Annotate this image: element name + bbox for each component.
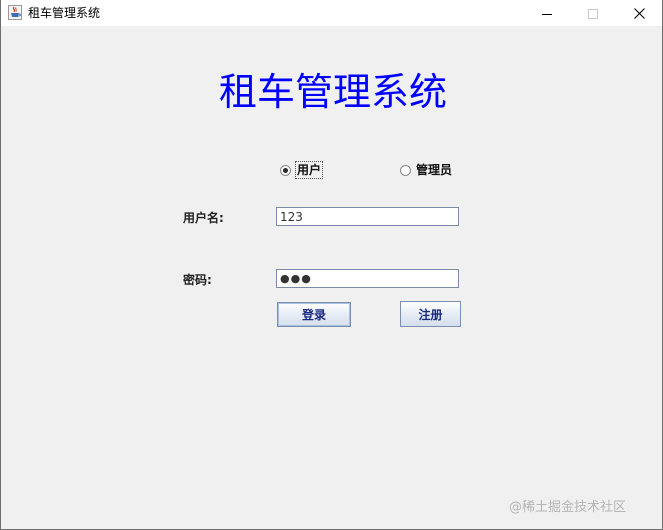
password-input[interactable] [276, 269, 459, 288]
radio-user-label[interactable]: 用户 [294, 161, 324, 179]
minimize-button[interactable] [524, 0, 570, 26]
password-label: 密码: [183, 273, 212, 287]
register-button[interactable]: 注册 [400, 301, 461, 327]
page-title: 租车管理系统 [219, 70, 448, 114]
app-window: 租车管理系统 租车管理系统 用户 管理员 用户名: 123 密码: ●●● 登录… [0, 0, 663, 530]
watermark: @稀土掘金技术社区 [509, 500, 627, 515]
java-coffee-cup-icon [8, 5, 22, 20]
window-title: 租车管理系统 [28, 6, 101, 20]
radio-dot [283, 167, 288, 173]
radio-user[interactable]: 用户 [280, 161, 324, 179]
radio-selected-icon[interactable] [280, 164, 291, 176]
radio-unselected-icon[interactable] [400, 164, 411, 176]
minimize-icon [542, 4, 552, 23]
username-input[interactable] [276, 207, 459, 226]
close-button[interactable] [616, 0, 662, 26]
username-label: 用户名: [183, 211, 224, 225]
title-bar[interactable]: 租车管理系统 [1, 0, 662, 26]
close-icon [633, 4, 645, 23]
login-button[interactable]: 登录 [277, 302, 351, 327]
maximize-icon [588, 4, 598, 23]
radio-admin-label[interactable]: 管理员 [416, 162, 452, 178]
radio-admin[interactable]: 管理员 [400, 162, 452, 178]
maximize-button[interactable] [570, 0, 616, 26]
